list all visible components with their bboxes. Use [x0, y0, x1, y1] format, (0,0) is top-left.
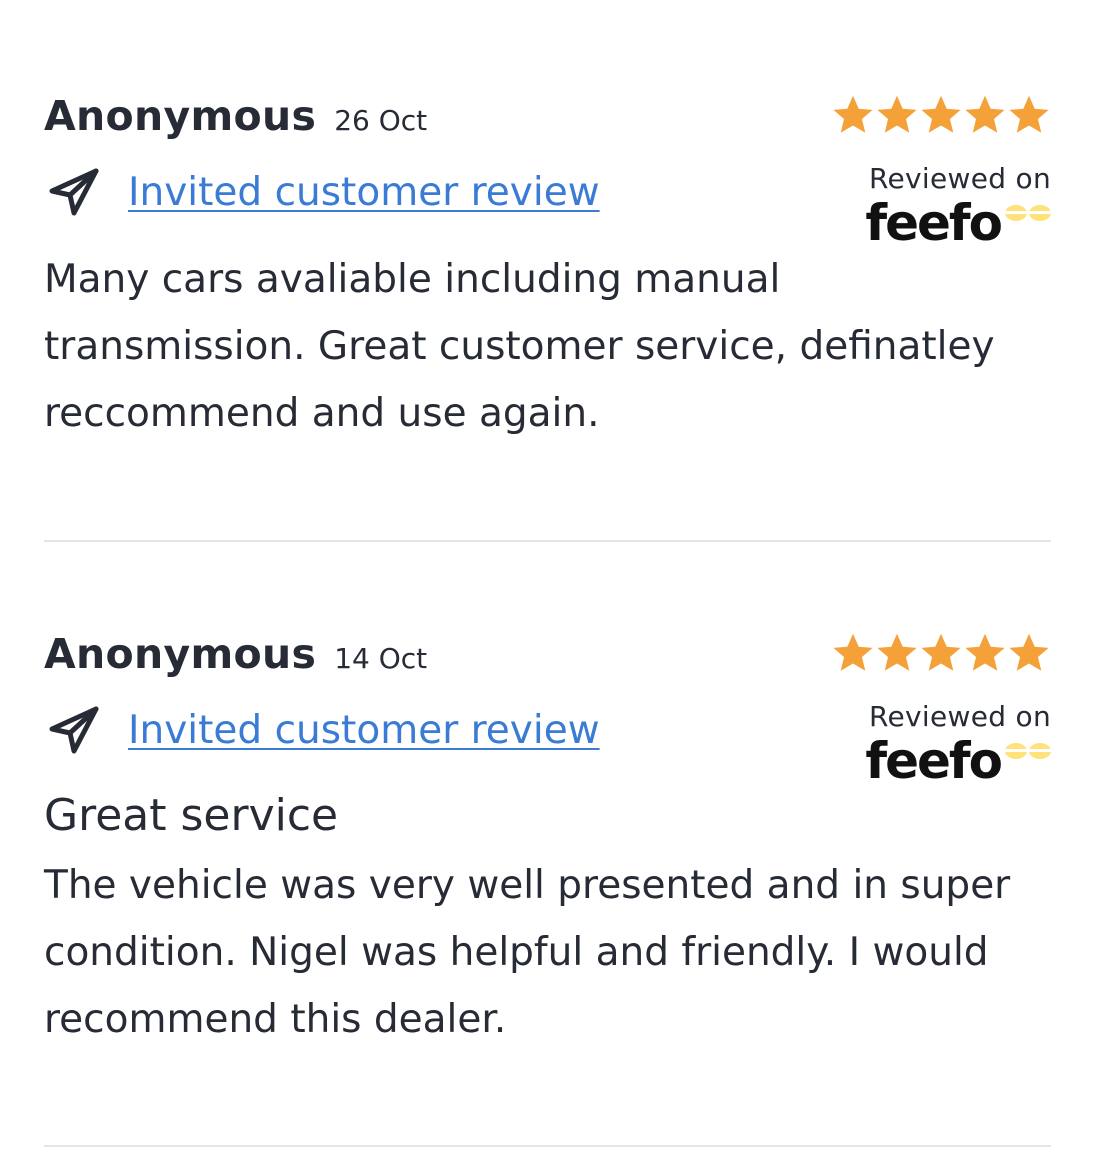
star-icon: [833, 95, 873, 133]
review-header: Anonymous 14 Oct: [44, 630, 427, 690]
star-rating: [821, 92, 1051, 142]
paper-plane-icon: [44, 164, 106, 220]
rating-block: Reviewed on feefo: [821, 92, 1051, 251]
review-header: Anonymous 26 Oct: [44, 92, 427, 152]
star-icon: [833, 633, 873, 671]
review-body: The vehicle was very well presented and …: [44, 863, 1011, 1042]
star-icon: [921, 95, 961, 133]
star-icon: [965, 633, 1005, 671]
star-icon: [877, 95, 917, 133]
feefo-logo[interactable]: feefo: [821, 195, 1051, 251]
star-icon: [921, 633, 961, 671]
review-date: 26 Oct: [334, 104, 428, 137]
review-author: Anonymous: [44, 92, 317, 140]
star-rating: [821, 630, 1051, 680]
feefo-logo[interactable]: feefo: [821, 733, 1051, 789]
invited-review-row: Invited customer review: [44, 702, 600, 758]
feefo-eyes-icon: [1003, 205, 1051, 221]
feefo-logo-text: feefo: [865, 732, 1003, 790]
invited-review-row: Invited customer review: [44, 164, 600, 220]
reviewed-on-label: Reviewed on: [869, 162, 1051, 195]
feefo-eyes-icon: [1003, 743, 1051, 759]
star-icon: [1009, 95, 1049, 133]
paper-plane-icon: [44, 702, 106, 758]
invited-customer-review-link[interactable]: Invited customer review: [128, 170, 600, 215]
review-title: Great service: [44, 790, 339, 841]
review-body: Many cars avaliable including manual tra…: [44, 257, 995, 436]
star-icon: [877, 633, 917, 671]
rating-block: Reviewed on feefo: [821, 630, 1051, 789]
review-date: 14 Oct: [334, 642, 428, 675]
feefo-logo-text: feefo: [865, 194, 1003, 252]
divider: [44, 1145, 1051, 1147]
invited-customer-review-link[interactable]: Invited customer review: [128, 708, 600, 753]
star-icon: [965, 95, 1005, 133]
star-icon: [1009, 633, 1049, 671]
review-author: Anonymous: [44, 630, 317, 678]
reviewed-on-label: Reviewed on: [869, 700, 1051, 733]
divider: [44, 540, 1051, 542]
